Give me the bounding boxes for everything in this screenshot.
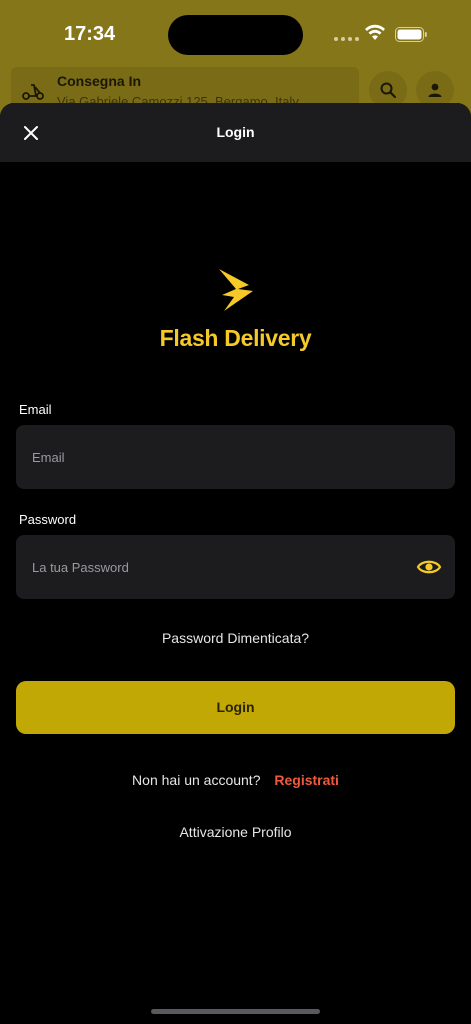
email-label: Email: [19, 402, 52, 417]
login-button[interactable]: Login: [16, 681, 455, 734]
login-sheet: Login Flash Delivery Email Password Pass…: [0, 103, 471, 1024]
status-bar: 17:34: [0, 0, 471, 64]
eye-icon[interactable]: [416, 557, 442, 577]
sheet-title: Login: [216, 124, 255, 140]
user-icon: [428, 83, 442, 97]
battery-icon: [395, 27, 427, 42]
wifi-icon: [365, 24, 385, 40]
delivery-title: Consegna In: [57, 73, 142, 89]
password-label: Password: [19, 512, 77, 527]
signup-row: Non hai un account? Registrati: [0, 772, 471, 788]
activate-profile-link[interactable]: Attivazione Profilo: [0, 824, 471, 840]
email-field[interactable]: [16, 425, 455, 489]
scooter-icon: [22, 84, 44, 100]
search-icon: [380, 82, 397, 99]
flash-logo-icon: [219, 269, 253, 311]
sheet-header: Login: [0, 103, 471, 162]
register-link[interactable]: Registrati: [274, 772, 339, 788]
signal-icon: [334, 37, 359, 41]
no-account-text: Non hai un account?: [132, 772, 261, 788]
home-indicator: [151, 1009, 320, 1014]
brand-name: Flash Delivery: [159, 325, 312, 351]
dynamic-island: [168, 15, 303, 55]
password-field[interactable]: [16, 535, 455, 599]
status-time: 17:34: [64, 23, 116, 45]
forgot-password-link[interactable]: Password Dimenticata?: [0, 630, 471, 646]
